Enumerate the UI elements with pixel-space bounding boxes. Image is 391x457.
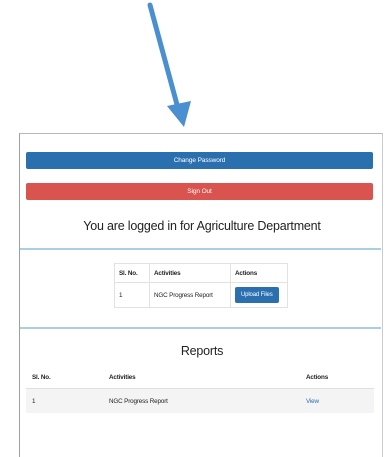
section-divider bbox=[20, 327, 381, 329]
table-row: 1 NGC Progress Report View bbox=[26, 388, 374, 413]
column-header-activities: Activities bbox=[149, 263, 231, 283]
table-row: 1 NGC Progress Report Upload Files bbox=[114, 282, 288, 308]
view-report-link[interactable]: View bbox=[306, 398, 319, 405]
change-password-button[interactable]: Change Password bbox=[26, 152, 373, 169]
row-actions-cell: View bbox=[300, 388, 374, 413]
column-header-actions: Actions bbox=[230, 263, 288, 283]
row-sl-no: 1 bbox=[26, 388, 103, 413]
annotation-arrow-icon bbox=[147, 2, 191, 127]
reports-heading: Reports bbox=[180, 344, 224, 358]
sign-out-button[interactable]: Sign Out bbox=[26, 183, 373, 200]
column-header-sl-no: Sl. No. bbox=[26, 366, 103, 389]
upload-files-button[interactable]: Upload Files bbox=[235, 287, 279, 303]
reports-table: Sl. No. Activities Actions 1 NGC Progres… bbox=[26, 366, 374, 413]
column-header-activities: Activities bbox=[103, 366, 300, 389]
logged-in-message: You are logged in for Agriculture Depart… bbox=[83, 219, 321, 233]
department-panel: Change Password Sign Out You are logged … bbox=[19, 133, 383, 457]
table-header-row: Sl. No. Activities Actions bbox=[26, 366, 374, 389]
row-activity: NGC Progress Report bbox=[103, 388, 300, 413]
row-activity: NGC Progress Report bbox=[149, 282, 231, 308]
table-header-row: Sl. No. Activities Actions bbox=[114, 263, 288, 283]
row-sl-no: 1 bbox=[114, 282, 150, 308]
column-header-sl-no: Sl. No. bbox=[114, 263, 150, 283]
row-actions-cell: Upload Files bbox=[230, 282, 288, 308]
activities-table: Sl. No. Activities Actions 1 NGC Progres… bbox=[114, 263, 288, 308]
section-divider bbox=[20, 248, 381, 250]
column-header-actions: Actions bbox=[300, 366, 374, 389]
